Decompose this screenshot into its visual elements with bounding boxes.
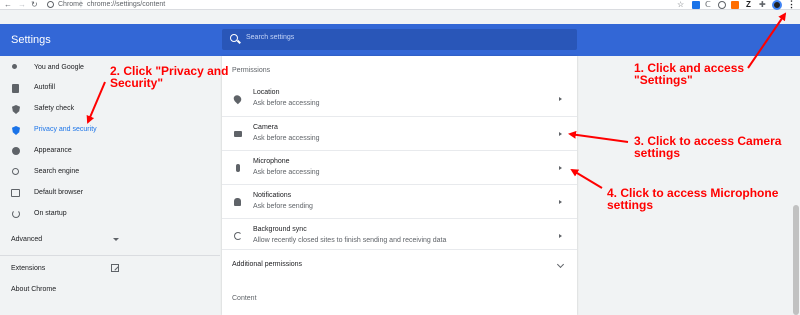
annotation-text: settings xyxy=(607,198,654,212)
annotation-step-3: 3. Click to access Camera settings xyxy=(634,135,781,159)
annotation-step-1: 1. Click and access "Settings" xyxy=(634,62,744,86)
annotation-text: settings xyxy=(634,146,681,160)
annotation-arrow-1 xyxy=(747,12,787,69)
annotation-text: "Settings" xyxy=(634,73,693,87)
annotation-arrow-2 xyxy=(86,81,106,124)
annotation-step-4: 4. Click to access Microphone settings xyxy=(607,187,778,211)
annotation-arrow-4 xyxy=(570,168,603,189)
annotation-step-2: 2. Click "Privacy and Security" xyxy=(110,65,228,89)
annotation-text: Security" xyxy=(110,76,164,90)
annotation-arrow-3 xyxy=(568,130,629,143)
